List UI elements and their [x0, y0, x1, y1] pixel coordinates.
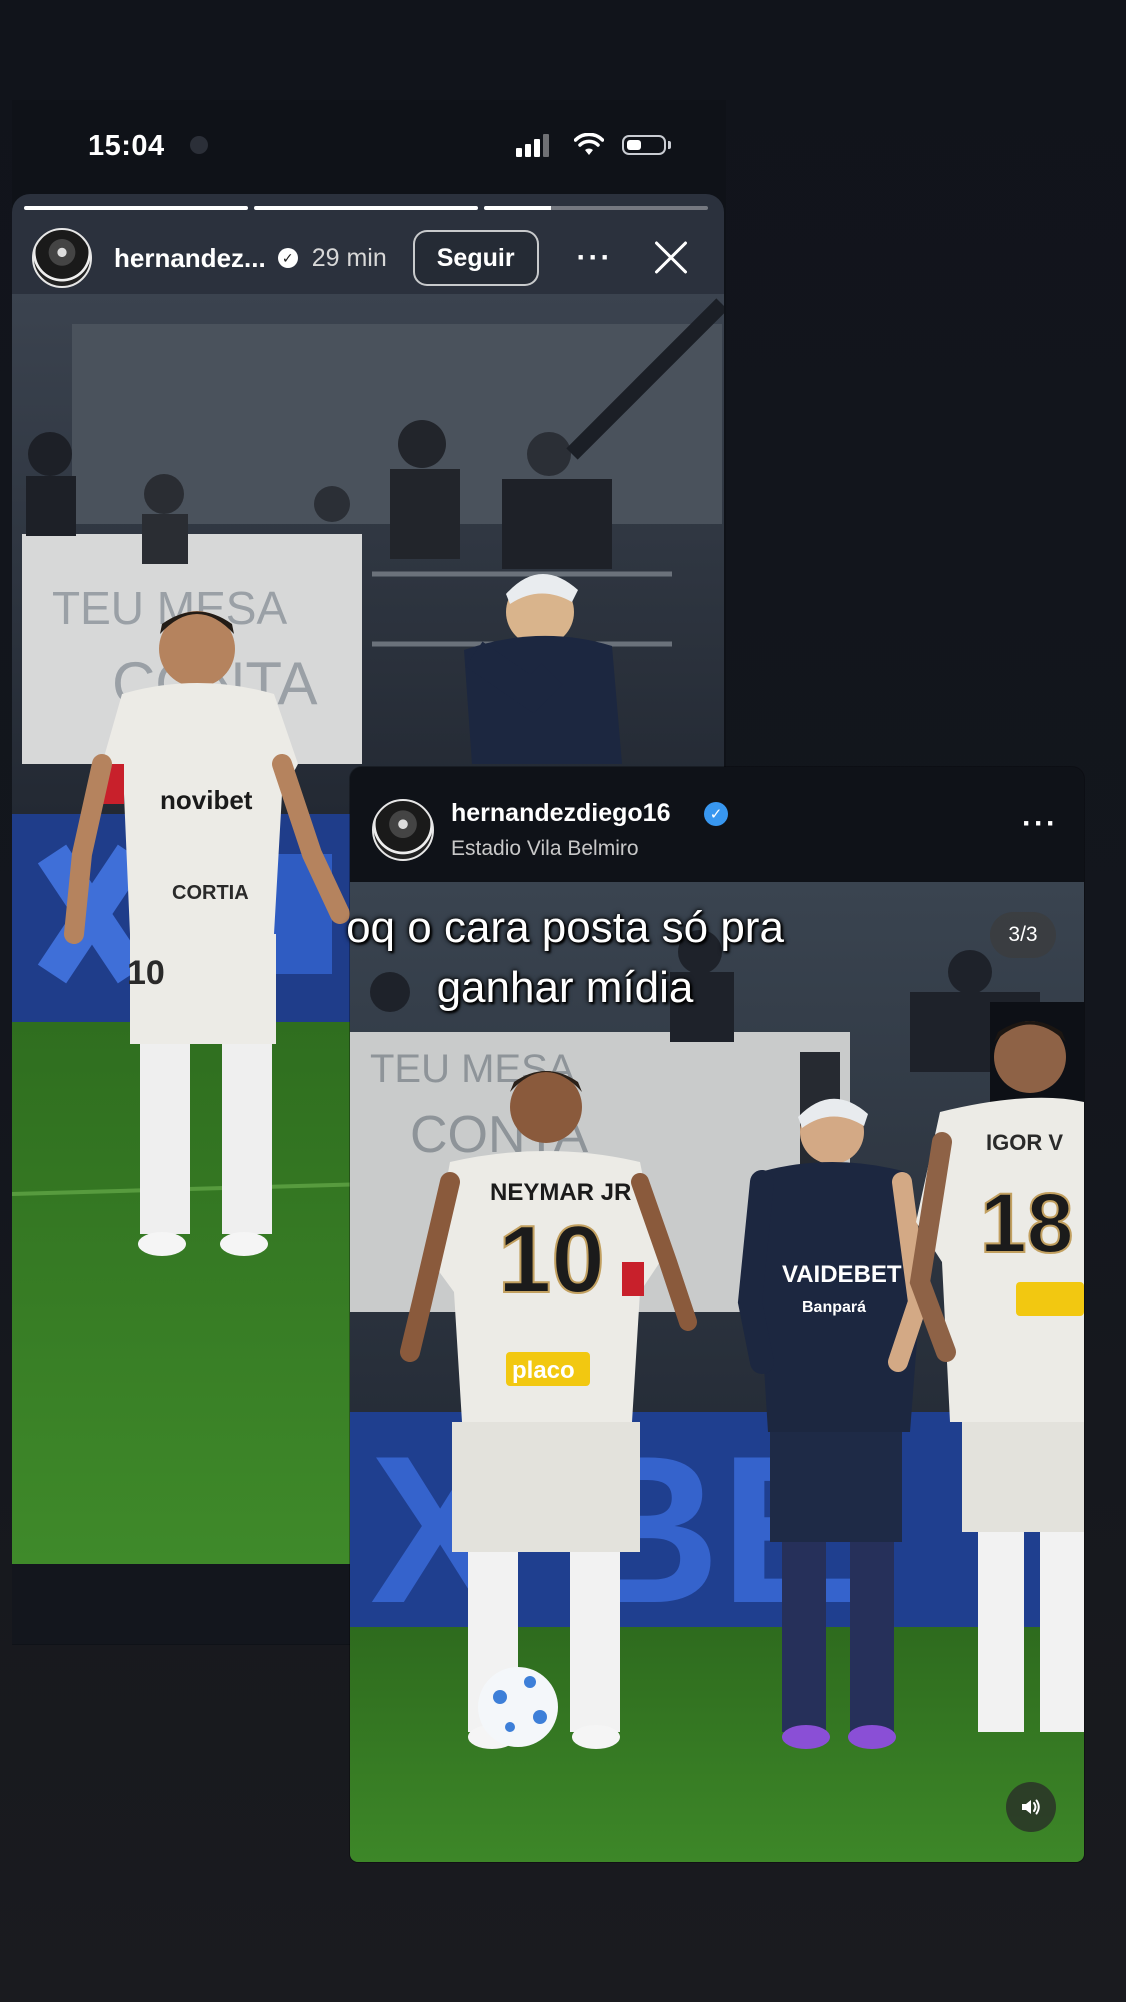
post-location[interactable]: Estadio Vila Belmiro: [451, 837, 639, 861]
remo-jersey-sponsor: VAIDEBET: [782, 1261, 902, 1288]
story-progress: [24, 206, 708, 210]
close-icon[interactable]: [651, 238, 691, 278]
neymar-jersey-name: NEYMAR JR: [490, 1179, 631, 1206]
post-more-icon[interactable]: ···: [1022, 807, 1058, 841]
follow-button[interactable]: Seguir: [412, 230, 539, 286]
neymar-jersey-sponsor: placo: [512, 1357, 575, 1384]
story-progress-segment: [484, 206, 708, 210]
speaker-icon: [1022, 1799, 1040, 1815]
story-jersey-sponsor: novibet: [160, 785, 253, 815]
caption-overlay: oq o cara posta só pra ganhar mídia: [290, 898, 840, 1018]
story-shorts-number: 10: [127, 954, 165, 992]
sound-toggle-icon[interactable]: [1006, 1782, 1056, 1832]
post-avatar[interactable]: [372, 799, 434, 861]
verified-badge-icon: ✓: [704, 802, 728, 826]
status-time: 15:04: [88, 130, 165, 162]
signal-icon: [516, 133, 552, 157]
post-header: hernandezdiego16 ✓ Estadio Vila Belmiro …: [350, 767, 1084, 882]
caption-line-2: ganhar mídia: [436, 963, 694, 1012]
story-jersey-sponsor-2: CORTIA: [172, 882, 249, 904]
status-indicator-dot: [190, 136, 208, 154]
status-icons: [516, 133, 676, 157]
remo-jersey-sponsor-2: Banpará: [802, 1299, 866, 1316]
igor-jersey-name: IGOR V: [986, 1130, 1063, 1155]
post-photo: TEU MESA CONTA X BE VAIDEBET Banpará NEY…: [350, 882, 1084, 1862]
more-options-icon[interactable]: ···: [577, 241, 613, 275]
story-timestamp: 29 min: [311, 243, 387, 272]
story-avatar[interactable]: [32, 228, 92, 288]
story-progress-segment: [24, 206, 248, 210]
neymar-jersey-number: 10: [498, 1206, 605, 1313]
post-media[interactable]: TEU MESA CONTA X BE VAIDEBET Banpará NEY…: [350, 882, 1084, 1862]
battery-icon: [622, 135, 666, 155]
status-bar: 15:04: [12, 100, 726, 192]
verified-icon: ✓: [277, 248, 298, 268]
post-username[interactable]: hernandezdiego16: [451, 799, 671, 828]
carousel-counter: 3/3: [990, 912, 1056, 958]
igor-jersey-number: 18: [980, 1176, 1073, 1270]
story-progress-segment: [254, 206, 478, 210]
story-username[interactable]: hernandez...: [114, 243, 266, 274]
story-header: hernandez... ✓ 29 min Seguir ···: [32, 226, 710, 290]
wifi-icon: [574, 133, 604, 155]
caption-line-1: oq o cara posta só pra: [346, 903, 784, 952]
